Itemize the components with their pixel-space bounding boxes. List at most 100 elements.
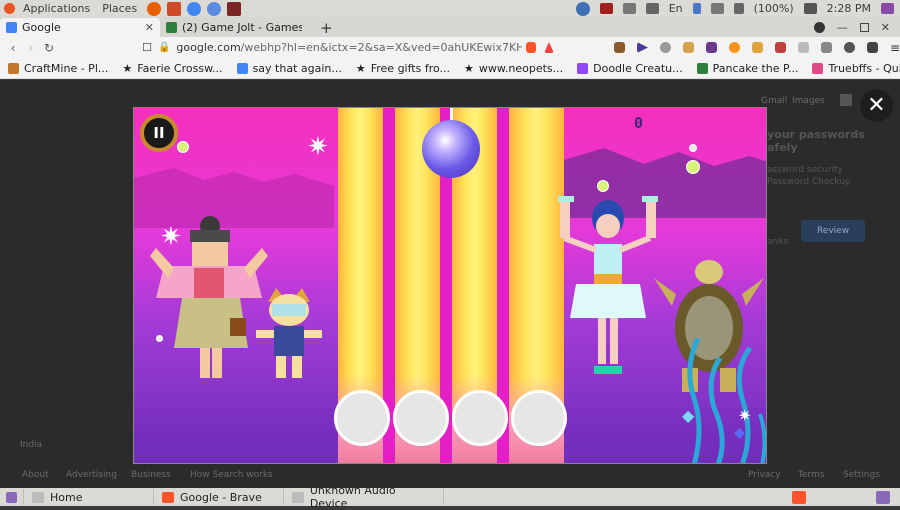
doodle-game-canvas[interactable]: II 0 ✷ ✷ ◆ ◆ ✷ [133,107,767,464]
chromium-launcher-icon[interactable] [207,1,222,16]
brave-tray-icon[interactable] [792,490,806,504]
footer-business[interactable]: Business [131,470,171,480]
footer-privacy[interactable]: Privacy [748,470,781,480]
tab-google[interactable]: Google ✕ [0,18,160,37]
star-icon: ★ [355,61,366,75]
lock-icon[interactable]: 🔒 [158,42,170,53]
footer-advertising[interactable]: Advertising [66,470,117,480]
close-window-button[interactable]: ✕ [881,21,890,34]
reload-button[interactable]: ↻ [40,41,58,55]
tab-search-icon[interactable] [813,22,825,33]
back-button[interactable]: ‹ [4,41,22,55]
card-no-thanks[interactable]: anks [767,236,788,248]
address-bar[interactable]: ☐ 🔒 google.com/webhp?hl=en&ictx=2&sa=X&v… [142,41,522,54]
forward-button[interactable]: › [22,41,40,55]
close-doodle-icon[interactable]: ✕ [860,89,893,122]
pause-button[interactable]: II [140,114,178,152]
extension-arrow-icon[interactable] [636,42,648,53]
hit-target-1[interactable] [334,390,390,446]
user-icon[interactable] [881,3,894,14]
os-top-panel: Applications Places En (100%) 2:28 PM [0,0,900,17]
extension-pen-icon[interactable] [797,42,809,53]
footer-settings[interactable]: Settings [843,470,880,480]
extensions-puzzle-icon[interactable] [866,42,878,53]
taskbar-brave[interactable]: Google - Brave [154,489,284,505]
bookmark-free-gifts[interactable]: ★ Free gifts fro... [356,62,450,75]
browser-toolbar: ‹ › ↻ ☐ 🔒 google.com/webhp?hl=en&ictx=2&… [0,37,900,58]
hit-target-2[interactable] [393,390,449,446]
brave-shields-icon[interactable] [526,42,537,53]
firefox-launcher-icon[interactable] [147,1,162,16]
maximize-window-button[interactable] [859,23,869,32]
star-icon: ★ [464,61,474,75]
app-launcher-icon[interactable] [227,1,242,16]
browser-menu-icon[interactable]: ≡ [890,41,900,55]
folder-icon [32,491,44,503]
taskbar-label: Unknown Audio Device [309,484,396,510]
hit-target-4[interactable] [511,390,567,446]
minimize-window-button[interactable]: — [837,21,848,34]
tab-close-icon[interactable]: ✕ [145,21,154,34]
brave-icon [162,491,174,503]
taskbar-audio-device[interactable]: Unknown Audio Device [284,484,444,510]
tab-game-jolt[interactable]: (2) Game Jolt - Games for the [160,18,312,37]
extension-braces-icon[interactable] [705,42,717,53]
extension-bear-icon[interactable] [682,42,694,53]
extension-bitcoin-icon[interactable] [728,42,740,53]
tray-app-icon[interactable] [599,3,613,14]
bluetooth-icon[interactable] [692,3,701,14]
star-icon: ★ [122,61,133,75]
volume-icon[interactable] [733,3,744,14]
bookmark-faerie-crossword[interactable]: ★ Faerie Crossw... [122,62,222,75]
update-icon[interactable] [575,1,590,16]
extension-paw-icon[interactable] [613,42,625,53]
extension-mask-icon[interactable] [843,42,855,53]
extension-note-icon[interactable] [774,42,786,53]
bookmark-say-that-again[interactable]: say that again... [236,62,342,75]
gamejolt-favicon-icon [166,22,177,33]
bookmark-pancake[interactable]: Pancake the P... [696,62,798,75]
footer-terms[interactable]: Terms [798,470,825,480]
keyboard-language[interactable]: En [669,2,683,15]
images-link[interactable]: Images [792,96,825,106]
places-menu[interactable]: Places [98,2,141,15]
mail-icon[interactable] [710,3,724,14]
workspace-icon[interactable] [876,490,890,504]
dancer-cat-swimsuit [256,288,322,378]
url-text[interactable]: google.com/webhp?hl=en&ictx=2&sa=X&ved=0… [176,41,522,54]
ubuntu-logo-icon[interactable] [4,3,15,14]
bookmark-craftmine[interactable]: CraftMine - Pl... [8,62,108,75]
battery-status[interactable]: (100%) [754,2,794,15]
review-button[interactable]: Review [801,220,865,242]
desktop-icon [6,491,17,503]
taskbar-home[interactable]: Home [24,489,154,505]
show-desktop-button[interactable] [0,489,24,505]
footer-how-search-works[interactable]: How Search works [190,470,273,480]
bookmark-favicon-icon [8,62,19,74]
clock[interactable]: 2:28 PM [827,2,871,15]
brave-rewards-icon[interactable] [544,42,554,53]
country-label: India [20,440,43,450]
wifi-icon[interactable] [645,3,659,14]
extension-shield-icon[interactable] [820,42,832,53]
bubble [686,160,700,174]
bookmark-truebffs[interactable]: Truebffs - Qui... [812,62,900,75]
disco-ball [422,120,480,178]
hit-target-3[interactable] [452,390,508,446]
bookmark-star-icon[interactable]: ☐ [142,41,152,54]
footer-about[interactable]: About [22,470,49,480]
bookmark-doodle-creatures[interactable]: Doodle Creatu... [577,62,683,75]
applications-menu[interactable]: Applications [19,2,94,15]
new-tab-button[interactable]: + [312,19,341,37]
bookmark-neopets[interactable]: ★ www.neopets... [464,62,563,75]
office-launcher-icon[interactable] [167,1,182,16]
chrome-launcher-icon[interactable] [187,1,202,16]
tab-label: (2) Game Jolt - Games for the [182,21,302,34]
extension-circle-icon[interactable] [659,42,671,53]
apps-grid-icon[interactable] [840,94,852,106]
gamejolt-favicon-icon [696,62,708,74]
gmail-link[interactable]: Gmail [761,96,787,106]
printer-icon[interactable] [622,3,636,14]
bubble [689,144,697,152]
extension-cat-icon[interactable] [751,42,763,53]
